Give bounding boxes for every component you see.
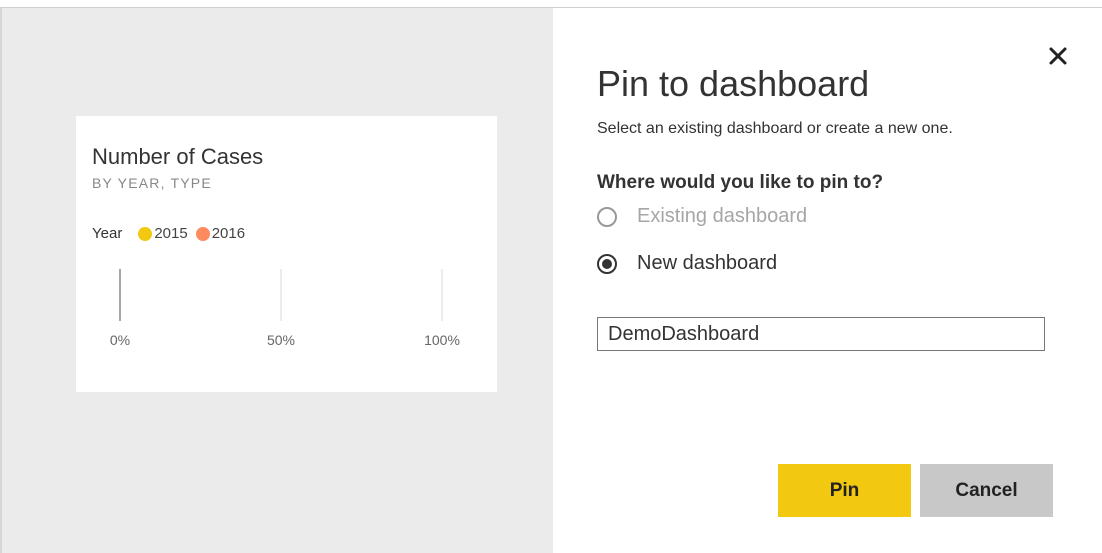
option-existing-dashboard-label: Existing dashboard: [637, 205, 808, 227]
close-button[interactable]: [1042, 40, 1074, 72]
radio-new-dashboard[interactable]: [597, 253, 617, 274]
legend-swatch-2015: [138, 226, 153, 241]
chart-legend: Year 2015 2016: [92, 225, 253, 242]
visual-tile: Number of Cases BY YEAR, TYPE Year 2015 …: [76, 116, 497, 392]
left-edge: [0, 8, 2, 553]
top-border: [0, 0, 1102, 8]
tile-preview-pane: Number of Cases BY YEAR, TYPE Year 2015 …: [0, 8, 553, 553]
dialog-description: Select an existing dashboard or create a…: [597, 120, 953, 137]
radio-existing-dashboard[interactable]: [597, 206, 617, 227]
window: Number of Cases BY YEAR, TYPE Year 2015 …: [0, 0, 1102, 553]
legend-item-2015: 2015: [138, 225, 188, 242]
dialog-title: Pin to dashboard: [597, 63, 870, 104]
pin-to-dashboard-dialog: Pin to dashboard Select an existing dash…: [553, 8, 1102, 553]
option-new-dashboard[interactable]: New dashboard: [597, 252, 777, 275]
pin-location-question: Where would you like to pin to?: [597, 172, 884, 193]
x-tick-label: 100%: [424, 332, 460, 348]
legend-label-2015: 2015: [154, 225, 188, 242]
pin-button[interactable]: Pin: [778, 464, 911, 517]
legend-item-2016: 2016: [195, 225, 246, 242]
tile-subtitle: BY YEAR, TYPE: [92, 175, 212, 191]
legend-swatch-2016: [195, 226, 210, 241]
dashboard-name-input[interactable]: [597, 317, 1045, 351]
legend-label-2016: 2016: [211, 225, 246, 242]
x-tick-label: 0%: [110, 332, 130, 348]
option-existing-dashboard[interactable]: Existing dashboard: [597, 205, 807, 228]
tile-title: Number of Cases: [92, 144, 264, 169]
x-tick-label: 50%: [267, 332, 295, 348]
legend-title: Year: [92, 225, 123, 242]
option-new-dashboard-label: New dashboard: [637, 252, 778, 274]
bar-chart: 0% 50% 100%: [110, 269, 460, 348]
cancel-button[interactable]: Cancel: [920, 464, 1053, 517]
close-icon: [1049, 47, 1067, 65]
